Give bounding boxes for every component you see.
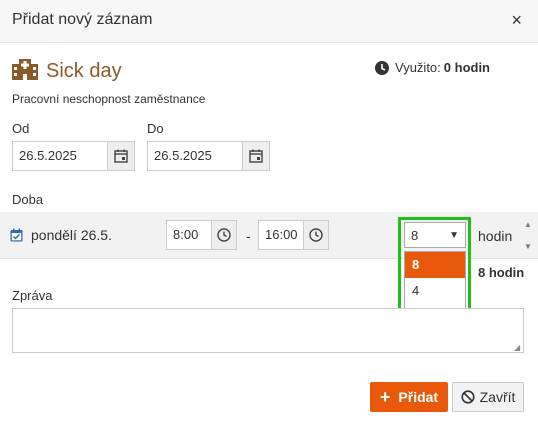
to-date-input[interactable]: 26.5.2025 <box>147 141 242 171</box>
time-to-group: 16:00 <box>258 220 329 250</box>
hours-select-value: 8 <box>411 227 419 243</box>
to-date-group: 26.5.2025 <box>147 141 270 171</box>
hours-unit: hodin <box>478 228 513 244</box>
hours-select[interactable]: 8 ▼ <box>404 222 466 248</box>
calendar-check-icon <box>10 228 23 242</box>
from-date-group: 26.5.2025 <box>12 141 135 171</box>
plus-icon: + <box>379 386 391 407</box>
message-textarea[interactable] <box>12 308 524 353</box>
ban-icon <box>461 390 475 404</box>
resize-handle-icon[interactable]: ◢ <box>514 343 520 352</box>
close-button-label: Zavřít <box>479 389 516 405</box>
add-button[interactable]: + Přidat <box>370 382 448 412</box>
add-button-label: Přidat <box>398 389 439 405</box>
scroll-up-icon[interactable]: ▲ <box>524 214 532 236</box>
time-from-input[interactable]: 8:00 <box>166 220 211 250</box>
time-separator: - <box>246 228 251 244</box>
calendar-icon[interactable] <box>242 141 270 171</box>
day-text: pondělí 26.5. <box>31 227 112 243</box>
to-label: Do <box>147 121 164 136</box>
time-from-group: 8:00 <box>166 220 237 250</box>
close-button[interactable]: Zavřít <box>452 382 524 412</box>
used-value: 0 hodin <box>443 60 490 75</box>
hours-option[interactable]: 8 <box>405 252 465 278</box>
message-label: Zpráva <box>12 288 53 303</box>
used-hours: Využito: 0 hodin <box>375 60 490 75</box>
absence-type-name: Sick day <box>46 60 122 82</box>
hospital-icon <box>12 58 38 85</box>
clock-icon <box>375 60 390 75</box>
clock-icon[interactable] <box>303 220 329 250</box>
day-cell: pondělí 26.5. <box>10 227 112 243</box>
used-label: Využito: <box>395 60 441 75</box>
scrollbar[interactable]: ▲ ▼ <box>524 214 532 258</box>
from-label: Od <box>12 121 30 136</box>
dialog-title: Přidat nový záznam <box>12 11 153 28</box>
dialog-header: Přidat nový záznam × <box>0 0 538 43</box>
close-icon[interactable]: × <box>511 10 522 31</box>
period-label: Doba <box>12 192 44 207</box>
calendar-icon[interactable] <box>107 141 135 171</box>
time-to-input[interactable]: 16:00 <box>258 220 303 250</box>
absence-description: Pracovní neschopnost zaměstnance <box>12 92 206 106</box>
absence-type: Sick day <box>12 58 122 85</box>
hours-option[interactable]: 4 <box>405 278 465 304</box>
caret-down-icon: ▼ <box>449 229 459 241</box>
scroll-down-icon[interactable]: ▼ <box>524 236 532 258</box>
total-hours: 8 hodin <box>478 265 525 280</box>
from-date-input[interactable]: 26.5.2025 <box>12 141 107 171</box>
clock-icon[interactable] <box>211 220 237 250</box>
